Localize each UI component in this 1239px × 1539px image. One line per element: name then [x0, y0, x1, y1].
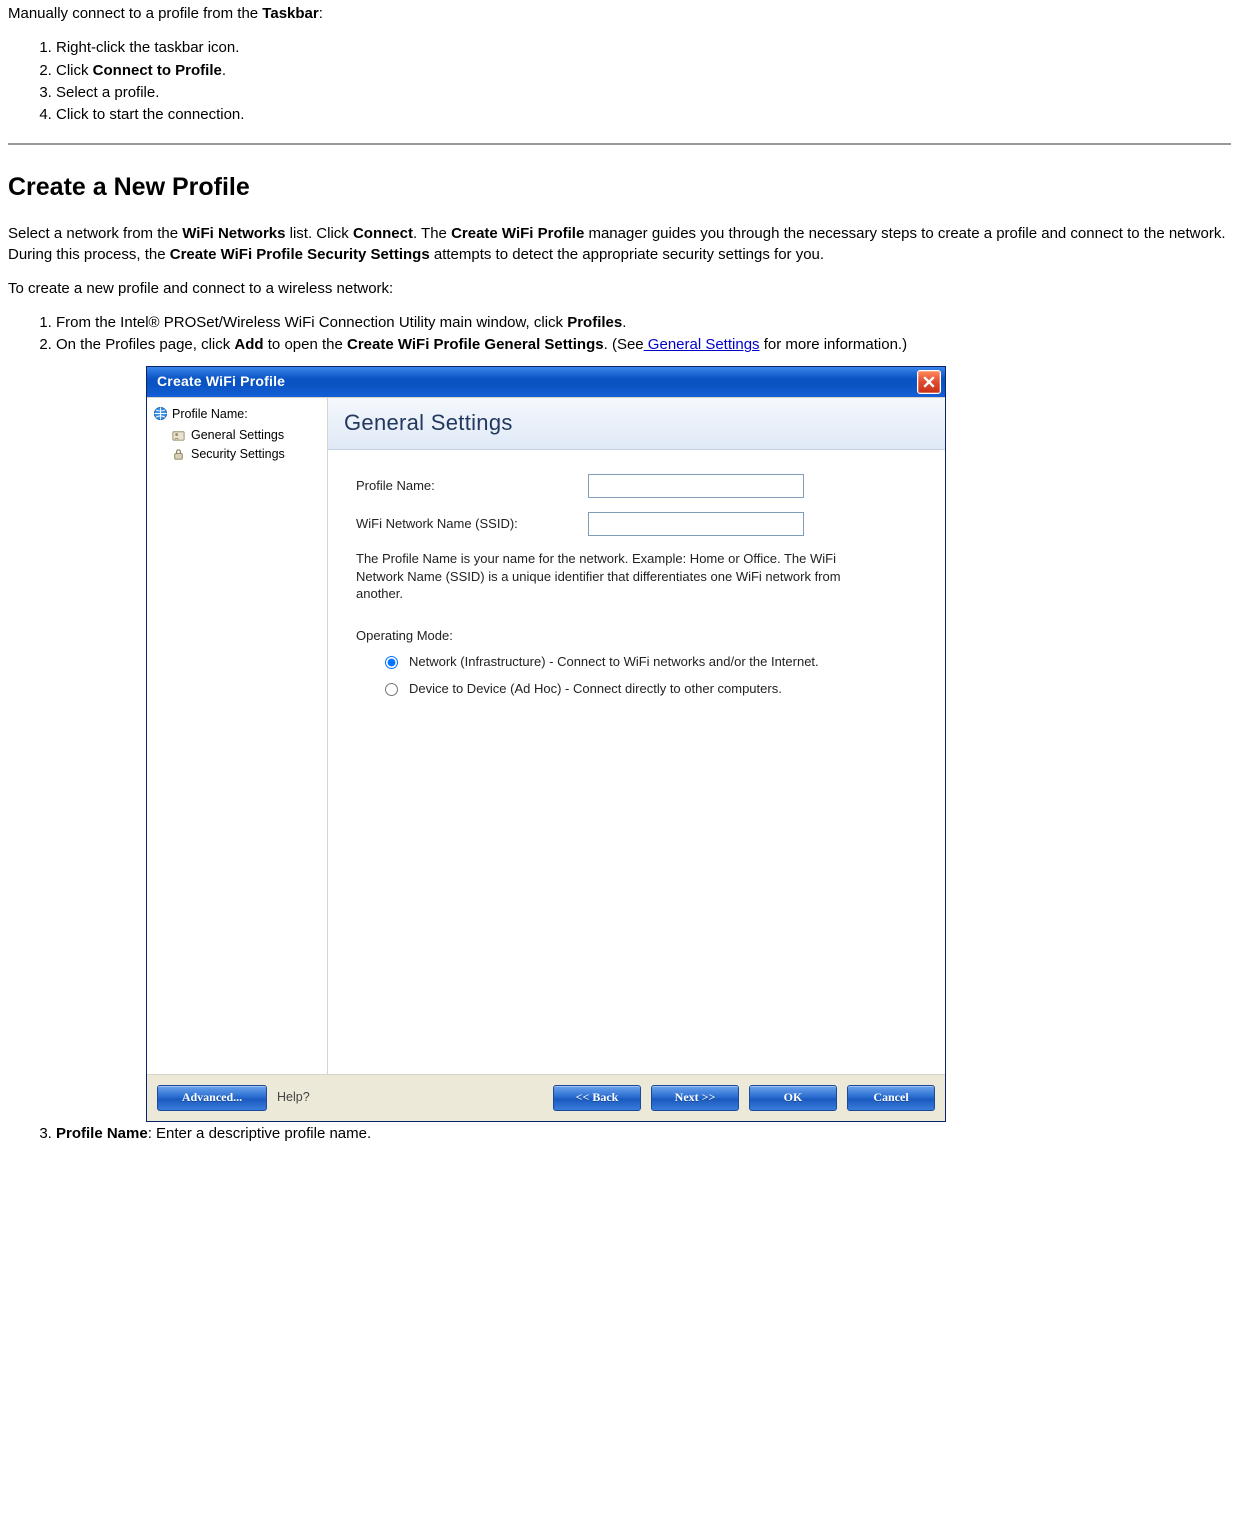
list-item: Click to start the connection.	[56, 105, 1231, 125]
dialog-title: Create WiFi Profile	[157, 372, 285, 391]
dialog-footer: Advanced... Help? << Back Next >> OK Can…	[147, 1074, 945, 1121]
list-item: Select a profile.	[56, 83, 1231, 103]
list-item: Profile Name: Enter a descriptive profil…	[56, 1124, 1231, 1144]
tree-root[interactable]: Profile Name:	[153, 406, 321, 423]
globe-icon	[153, 406, 168, 421]
nav-pane: Profile Name: General Settings	[147, 398, 328, 1074]
tree-item-general[interactable]: General Settings	[153, 426, 321, 445]
radio-adhoc[interactable]: Device to Device (Ad Hoc) - Connect dire…	[380, 681, 900, 698]
taskbar-steps-list: Right-click the taskbar icon. Click Conn…	[8, 38, 1231, 125]
section-heading: Create a New Profile	[8, 173, 1231, 202]
ssid-label: WiFi Network Name (SSID):	[356, 515, 588, 533]
title-bar: Create WiFi Profile	[147, 367, 945, 397]
operating-mode-label: Operating Mode:	[356, 627, 923, 645]
paragraph-1: Select a network from the WiFi Networks …	[8, 224, 1231, 265]
list-item: Right-click the taskbar icon.	[56, 38, 1231, 58]
radio-infra-label: Network (Infrastructure) - Connect to Wi…	[409, 654, 819, 671]
intro-bold: Taskbar	[262, 5, 318, 22]
radio-infrastructure[interactable]: Network (Infrastructure) - Connect to Wi…	[380, 654, 900, 671]
list-item: From the Intel® PROSet/Wireless WiFi Con…	[56, 313, 1231, 333]
back-button[interactable]: << Back	[553, 1085, 641, 1111]
ok-button[interactable]: OK	[749, 1085, 837, 1111]
list-item: On the Profiles page, click Add to open …	[56, 335, 1231, 1121]
close-button[interactable]	[917, 370, 941, 394]
divider	[8, 143, 1231, 145]
create-steps-list: From the Intel® PROSet/Wireless WiFi Con…	[8, 313, 1231, 1144]
lock-icon	[171, 447, 186, 462]
intro-text: Manually connect to a profile from the	[8, 5, 262, 22]
radio-adhoc-input[interactable]	[385, 683, 398, 696]
paragraph-2: To create a new profile and connect to a…	[8, 279, 1231, 299]
list-item: Click Connect to Profile.	[56, 61, 1231, 81]
create-wifi-profile-dialog: Create WiFi Profile Profile Name:	[146, 366, 946, 1122]
general-icon	[171, 428, 186, 443]
radio-adhoc-label: Device to Device (Ad Hoc) - Connect dire…	[409, 681, 782, 698]
cancel-button[interactable]: Cancel	[847, 1085, 935, 1111]
advanced-button[interactable]: Advanced...	[157, 1085, 267, 1111]
intro-suffix: :	[319, 5, 323, 22]
ssid-input[interactable]	[588, 512, 804, 536]
tree-item-label: General Settings	[191, 427, 284, 444]
dialog-screenshot: Create WiFi Profile Profile Name:	[146, 366, 946, 1122]
tree-item-label: Security Settings	[191, 446, 285, 463]
intro-paragraph: Manually connect to a profile from the T…	[8, 4, 1231, 24]
section-title: General Settings	[328, 398, 945, 451]
tree-item-security[interactable]: Security Settings	[153, 445, 321, 464]
profile-name-label: Profile Name:	[356, 477, 588, 495]
hint-text: The Profile Name is your name for the ne…	[356, 550, 876, 603]
close-icon	[923, 376, 935, 388]
radio-infra-input[interactable]	[385, 656, 398, 669]
profile-name-input[interactable]	[588, 474, 804, 498]
general-settings-link[interactable]: General Settings	[644, 336, 760, 353]
tree-root-label: Profile Name:	[172, 406, 248, 423]
next-button[interactable]: Next >>	[651, 1085, 739, 1111]
help-link[interactable]: Help?	[277, 1089, 310, 1106]
main-pane: General Settings Profile Name: WiFi Netw…	[328, 398, 945, 1074]
